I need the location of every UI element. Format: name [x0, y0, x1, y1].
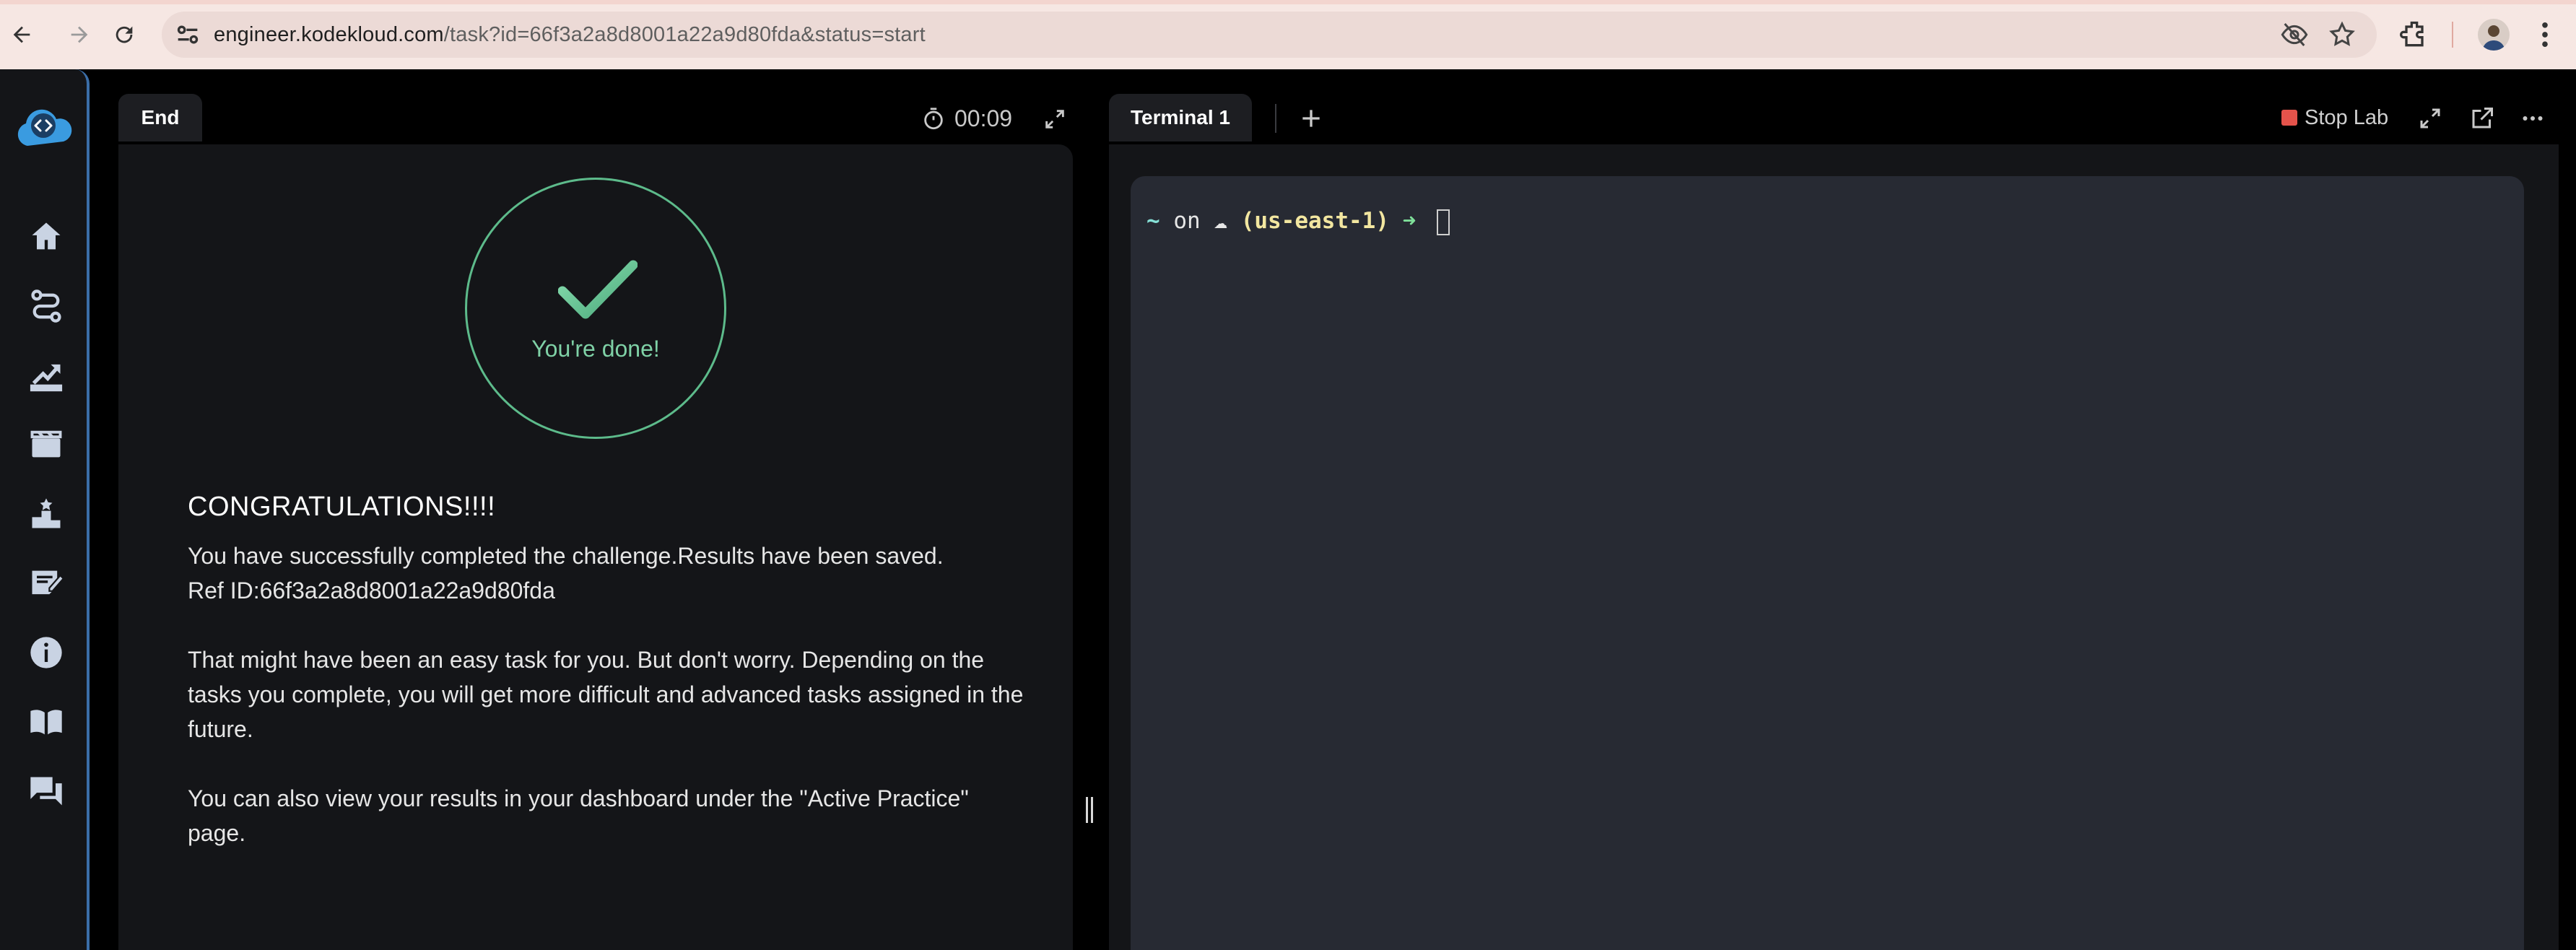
back-button[interactable] [3, 16, 40, 53]
sidebar [0, 69, 90, 950]
prompt-arrow: ➜ [1402, 208, 1417, 234]
forward-arrow-icon [71, 26, 88, 43]
result-paragraph-3: You can also view your results in your d… [188, 785, 969, 846]
sidebar-item-chat[interactable] [26, 771, 66, 811]
prompt-tilde: ~ [1146, 208, 1160, 234]
extensions-puzzle-icon[interactable] [2398, 19, 2430, 51]
url-text[interactable]: engineer.kodekloud.com/task?id=66f3a2a8d… [214, 19, 926, 51]
site-settings-icon[interactable] [173, 20, 202, 49]
reload-icon [116, 26, 133, 43]
sidebar-item-docs[interactable] [26, 702, 66, 742]
person-avatar-icon [2482, 25, 2505, 51]
prompt-on: on [1173, 208, 1201, 234]
result-paragraph-1: You have successfully completed the chal… [188, 539, 1025, 608]
fullscreen-icon[interactable] [2417, 105, 2443, 131]
app-area: End 00:09 You're done! CONGRATULATIONS!!… [0, 69, 2576, 950]
sidebar-item-info[interactable] [26, 632, 66, 673]
sidebar-item-home[interactable] [26, 217, 66, 257]
completion-badge: You're done! [465, 178, 726, 439]
sidebar-item-roadmap[interactable] [26, 286, 66, 326]
shell-prompt: ~ on ☁ (us-east-1) ➜ [1146, 208, 1450, 235]
eye-off-icon[interactable] [2280, 20, 2309, 49]
prompt-region: (us-east-1) [1240, 208, 1389, 234]
sidebar-item-learning[interactable] [26, 424, 66, 465]
book-icon [30, 710, 62, 735]
terminal-screen[interactable]: ~ on ☁ (us-east-1) ➜ [1131, 176, 2524, 950]
info-icon [30, 637, 62, 668]
left-tabbar: End 00:09 [118, 94, 1073, 141]
sidebar-item-tasks[interactable] [26, 563, 66, 603]
terminal-cursor [1437, 209, 1450, 235]
profile-avatar[interactable] [2478, 19, 2510, 51]
expand-icon[interactable] [1043, 107, 1067, 131]
tab-separator [1275, 104, 1276, 133]
sidebar-item-leaderboard[interactable] [26, 494, 66, 534]
result-paragraph-2: That might have been an easy task for yo… [188, 647, 1024, 742]
saved-text: You have successfully completed the chal… [188, 543, 944, 569]
browser-menu-icon[interactable] [2534, 19, 2556, 51]
tab-terminal-1[interactable]: Terminal 1 [1109, 94, 1252, 141]
url-host: engineer.kodekloud.com [214, 23, 444, 46]
browser-toolbar: engineer.kodekloud.com/task?id=66f3a2a8d… [0, 0, 2576, 69]
panel-resize-handle[interactable] [1084, 797, 1095, 823]
forward-button[interactable] [61, 16, 98, 53]
bookmark-star-icon[interactable] [2328, 20, 2357, 49]
growth-icon [30, 364, 63, 392]
cloud-icon: ☁ [1214, 208, 1228, 234]
task-result-panel: You're done! CONGRATULATIONS!!!! You hav… [118, 144, 1073, 950]
chat-icon [30, 777, 62, 806]
kodekloud-logo-icon[interactable] [12, 104, 77, 153]
terminal-panel: ~ on ☁ (us-east-1) ➜ [1109, 144, 2559, 950]
toolbar-divider [2452, 22, 2453, 48]
back-arrow-icon [13, 26, 30, 43]
more-horizontal-icon[interactable] [2520, 105, 2546, 131]
tab-strip-edge [0, 0, 2576, 4]
board-icon [30, 430, 62, 458]
open-external-icon[interactable] [2469, 105, 2495, 131]
result-message: CONGRATULATIONS!!!! You have successfull… [188, 489, 1025, 885]
home-icon [32, 222, 61, 250]
route-icon [31, 289, 61, 323]
plus-icon[interactable] [1297, 104, 1326, 133]
right-tabbar: Terminal 1 Stop Lab [1109, 94, 2559, 141]
stopwatch-icon [924, 108, 943, 130]
reload-button[interactable] [105, 16, 143, 53]
timer-value: 00:09 [954, 105, 1013, 131]
url-path: /task?id=66f3a2a8d8001a22a9d80fda&status… [443, 23, 926, 46]
tab-end[interactable]: End [118, 94, 202, 141]
ref-id: Ref ID:66f3a2a8d8001a22a9d80fda [188, 578, 555, 603]
stop-lab-button[interactable]: Stop Lab [2305, 101, 2388, 134]
checkmark-icon [558, 260, 638, 319]
stop-square-icon[interactable] [2281, 110, 2297, 126]
podium-icon [32, 498, 61, 528]
congrats-heading: CONGRATULATIONS!!!! [188, 492, 496, 522]
notes-icon [32, 570, 65, 595]
sidebar-item-progress[interactable] [26, 355, 66, 396]
done-text: You're done! [531, 336, 660, 362]
